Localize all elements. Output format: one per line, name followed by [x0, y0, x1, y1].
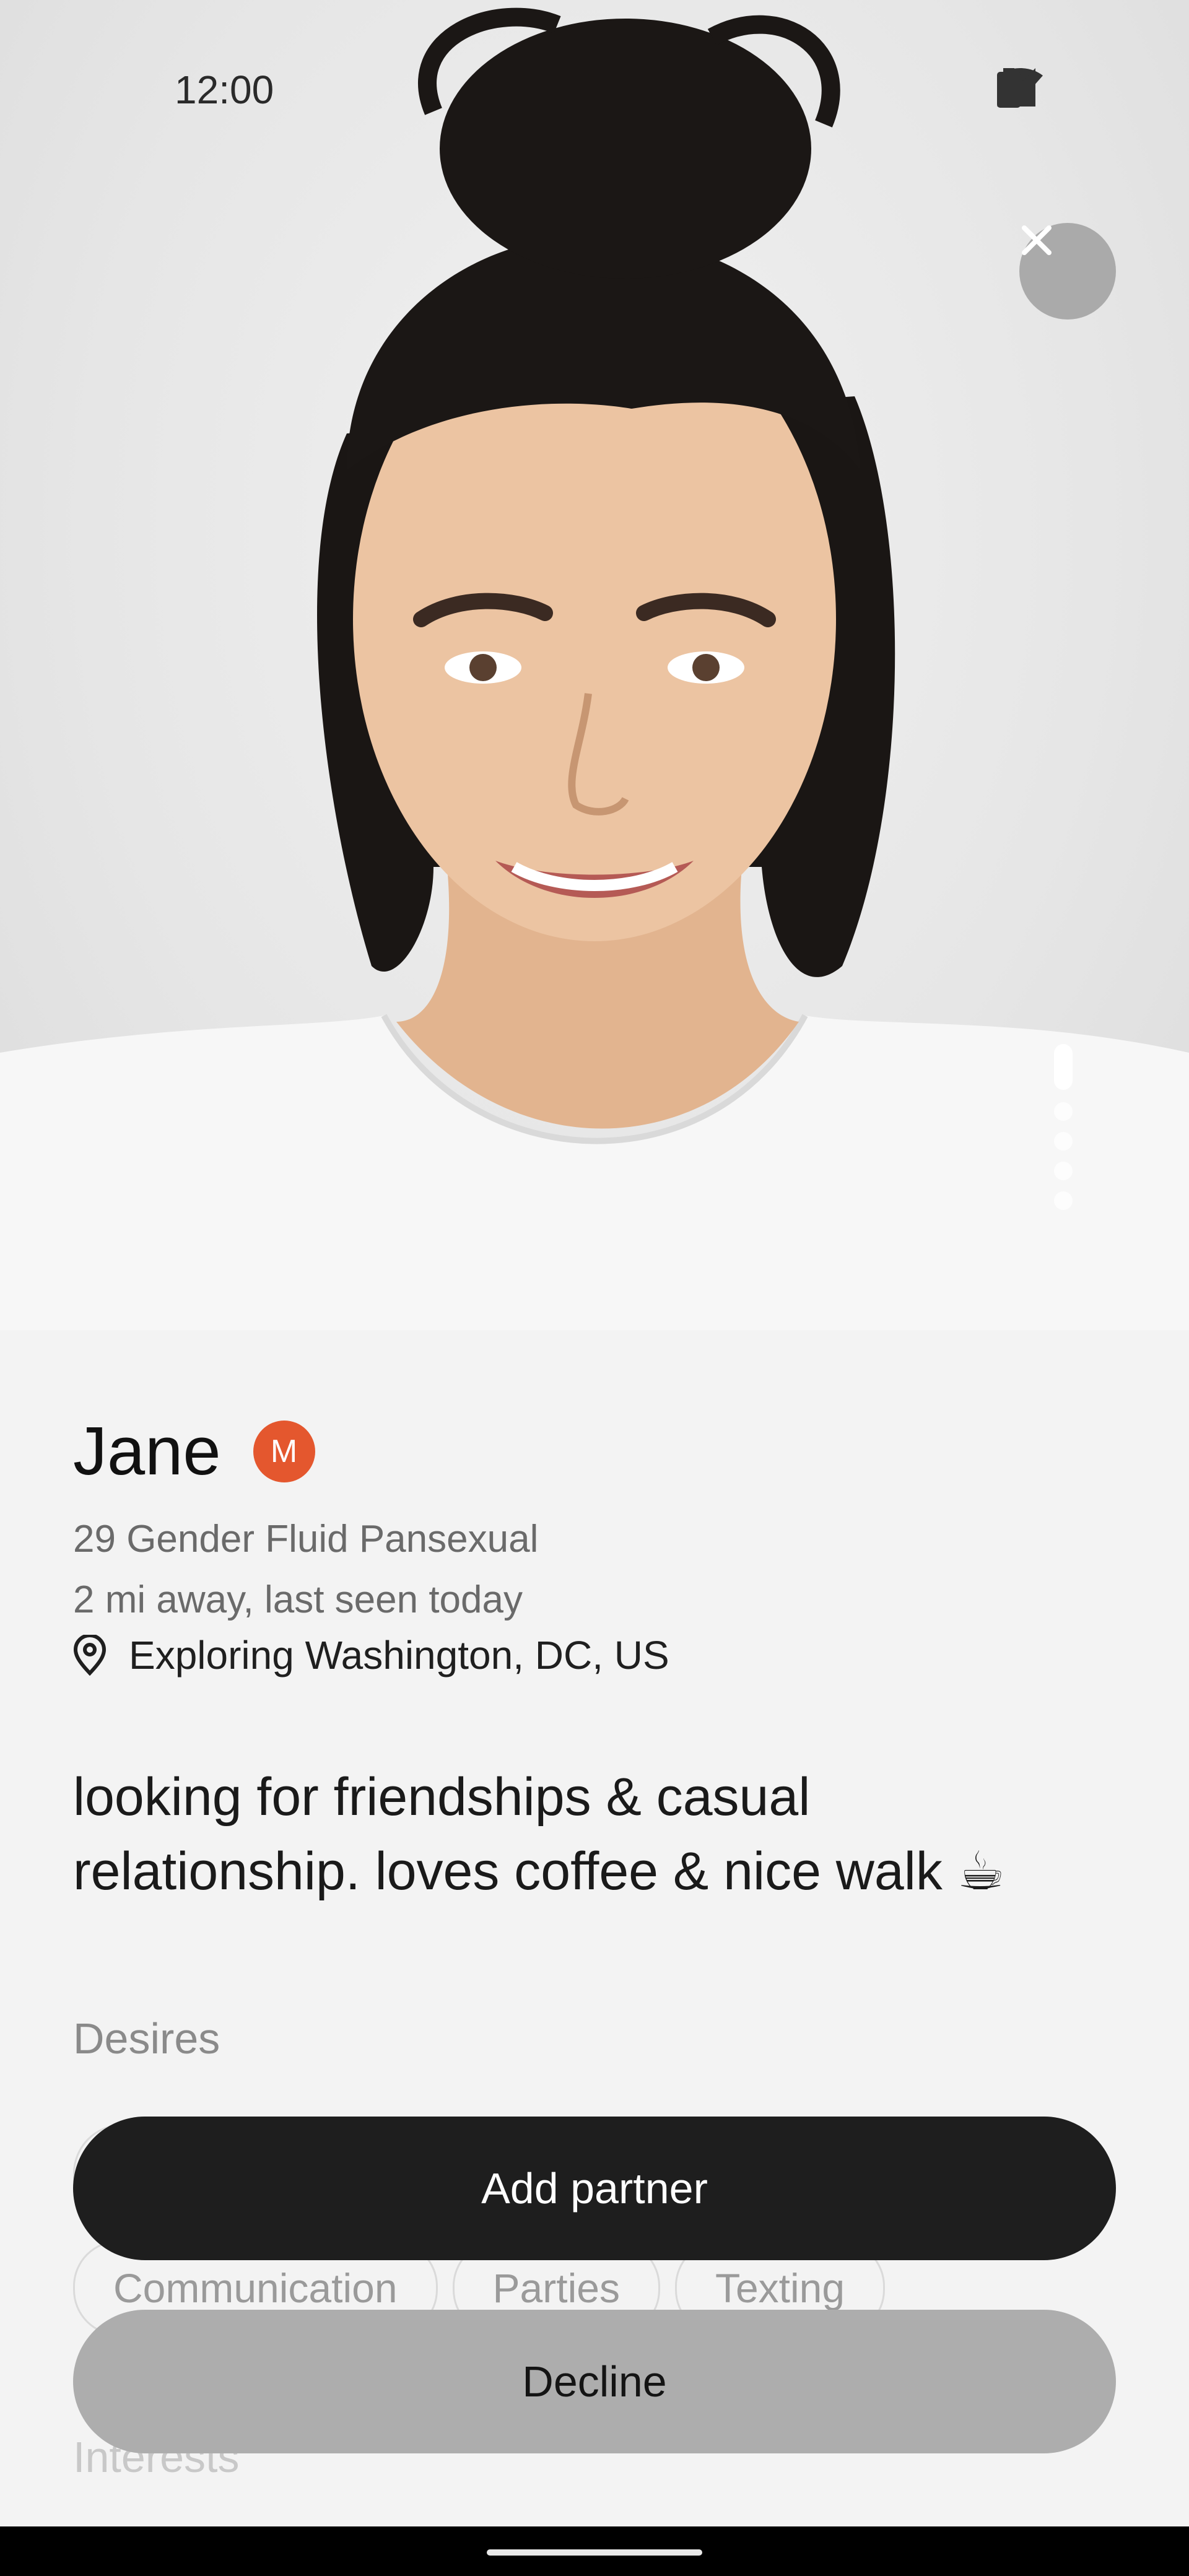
bio-line: looking for friendships & casual [73, 1767, 811, 1827]
desires-heading: Desires [73, 2014, 220, 2063]
status-time: 12:00 [175, 67, 274, 112]
profile-photo[interactable]: 12:00 [0, 0, 1189, 1330]
page-indicator-dot [1054, 1102, 1073, 1121]
add-partner-button[interactable]: Add partner [73, 2117, 1116, 2260]
profile-location: Exploring Washington, DC, US [73, 1632, 669, 1678]
profile-distance: 2 mi away, last seen today [73, 1578, 523, 1621]
membership-badge[interactable]: M [253, 1420, 315, 1482]
close-icon [1022, 225, 1052, 255]
home-gesture-handle[interactable] [487, 2549, 702, 2556]
page-indicator-dot [1054, 1162, 1073, 1180]
bio-line: relationship. loves coffee & nice walk ☕ [73, 1842, 1005, 1901]
decline-button[interactable]: Decline [73, 2310, 1116, 2453]
battery-icon [997, 68, 1021, 108]
profile-name-row: Jane M [73, 1412, 315, 1490]
page-indicator-dot [1054, 1191, 1073, 1210]
profile-name: Jane [73, 1413, 221, 1489]
location-pin-icon [73, 1635, 107, 1676]
location-text: Exploring Washington, DC, US [129, 1633, 669, 1677]
profile-details: 29 Gender Fluid Pansexual [73, 1518, 539, 1560]
close-button[interactable] [1019, 223, 1116, 320]
portrait-illustration [0, 7, 1189, 1330]
photo-page-indicator [1054, 1044, 1073, 1221]
profile-bio: looking for friendships & casual relatio… [73, 1760, 1126, 1908]
page-indicator-dot [1054, 1132, 1073, 1151]
page-indicator-current [1054, 1044, 1073, 1090]
